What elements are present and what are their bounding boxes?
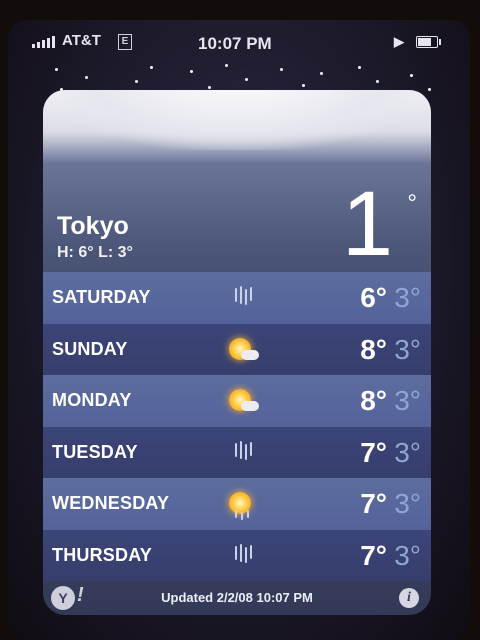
forecast-low: 3°	[394, 333, 421, 365]
partly-sunny-icon	[223, 334, 259, 366]
signal-bars-icon	[32, 36, 55, 48]
forecast-high: 7°	[360, 539, 387, 571]
network-badge: E	[118, 34, 132, 50]
snow-cap-decoration	[43, 90, 431, 150]
battery-icon	[416, 36, 441, 48]
high-low-today: H: 6° L: 3°	[57, 244, 133, 261]
footer-bar: Y ! Updated 2/2/08 10:07 PM i	[43, 580, 431, 615]
forecast-row: SUNDAY 8° 3°	[43, 323, 431, 375]
forecast-low: 3°	[394, 436, 421, 468]
forecast-day: SATURDAY	[52, 287, 151, 307]
forecast-row: THURSDAY 7° 3°	[43, 529, 431, 581]
forecast-day: TUESDAY	[52, 441, 138, 462]
forecast-list: SATURDAY 6° 3° SUNDAY 8° 3° MONDAY 8° 3° TUESDAY 7…	[43, 272, 431, 581]
rain-icon	[223, 540, 259, 572]
forecast-low: 3°	[394, 385, 421, 416]
forecast-row: TUESDAY 7° 3°	[43, 426, 431, 478]
info-button[interactable]: i	[399, 588, 419, 608]
updated-timestamp: Updated 2/2/08 10:07 PM	[161, 590, 313, 605]
forecast-row: SATURDAY 6° 3°	[43, 272, 431, 324]
carrier-label: AT&T	[62, 32, 101, 49]
forecast-high: 8°	[360, 333, 387, 365]
forecast-high: 7°	[360, 436, 387, 468]
current-temperature: 1	[341, 173, 393, 275]
clock: 10:07 PM	[198, 34, 272, 53]
play-icon: ▶	[394, 34, 404, 49]
city-name: Tokyo	[57, 212, 129, 240]
partly-sunny-icon	[223, 385, 259, 417]
forecast-high: 8°	[360, 385, 387, 416]
rain-icon	[223, 282, 259, 314]
current-degree-symbol: °	[407, 190, 417, 217]
forecast-day: WEDNESDAY	[52, 493, 170, 513]
forecast-high: 7°	[360, 488, 387, 519]
status-bar: AT&T E 10:07 PM ▶	[28, 30, 448, 60]
forecast-high: 6°	[360, 282, 387, 313]
forecast-low: 3°	[394, 488, 421, 519]
weather-card: Tokyo H: 6° L: 3° 1 ° SATURDAY 6° 3° SUNDAY…	[43, 90, 431, 615]
rain-icon	[223, 437, 259, 469]
forecast-row: MONDAY 8° 3°	[43, 375, 431, 427]
forecast-day: MONDAY	[52, 390, 132, 410]
forecast-low: 3°	[394, 539, 421, 571]
forecast-low: 3°	[394, 282, 421, 313]
forecast-row: WEDNESDAY 7° 3°	[43, 478, 431, 530]
forecast-day: SUNDAY	[52, 338, 128, 359]
sun-rain-icon	[223, 488, 259, 520]
forecast-day: THURSDAY	[52, 544, 152, 565]
